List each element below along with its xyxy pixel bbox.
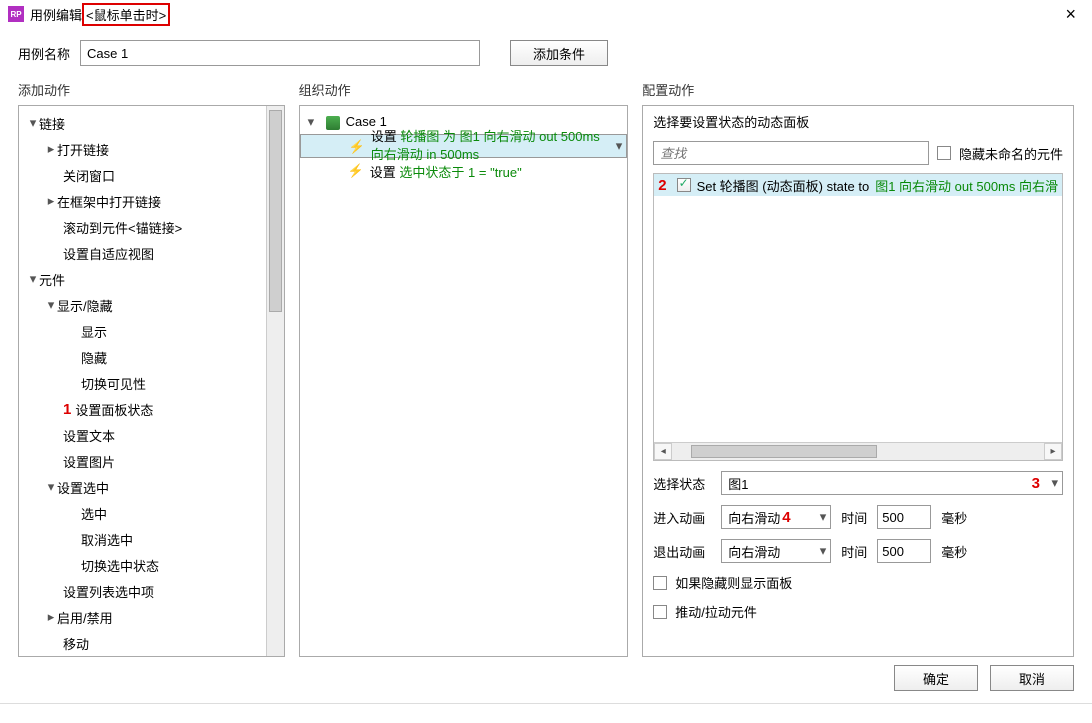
tree-select[interactable]: 选中 bbox=[81, 504, 107, 523]
tree-move[interactable]: 移动 bbox=[63, 634, 89, 653]
state-select[interactable]: 图1 3 bbox=[721, 471, 1063, 495]
show-if-hidden-checkbox[interactable] bbox=[653, 576, 667, 590]
tree-set-image[interactable]: 设置图片 bbox=[63, 452, 115, 471]
config-heading: 选择要设置状态的动态面板 bbox=[643, 106, 1073, 137]
tree-enable-disable[interactable]: 启用/禁用 bbox=[57, 608, 113, 627]
tree-toggle-select[interactable]: 切换选中状态 bbox=[81, 556, 159, 575]
tree-close-window[interactable]: 关闭窗口 bbox=[63, 166, 115, 185]
action-text: 设置 bbox=[370, 165, 400, 180]
tree-show[interactable]: 显示 bbox=[81, 322, 107, 341]
window-title-event: <鼠标单击时> bbox=[82, 3, 170, 26]
in-anim-value: 向右滑动 bbox=[728, 508, 780, 527]
column-title-add-action: 添加动作 bbox=[18, 74, 285, 105]
tree-show-hide[interactable]: 显示/隐藏 bbox=[57, 296, 113, 315]
item-text: Set 轮播图 (动态面板) state to bbox=[697, 176, 870, 195]
tree-toggle-visibility[interactable]: 切换可见性 bbox=[81, 374, 146, 393]
scroll-thumb[interactable] bbox=[691, 445, 877, 458]
show-if-hidden-label: 如果隐藏则显示面板 bbox=[675, 573, 792, 592]
tree-set-panel-state[interactable]: 设置面板状态 bbox=[75, 400, 153, 419]
add-condition-button[interactable]: 添加条件 bbox=[510, 40, 608, 66]
scroll-left-button[interactable]: ◂ bbox=[654, 443, 672, 460]
action-row-selected[interactable]: ⚡ 设置 轮播图 为 图1 向右滑动 out 500ms 向右滑动 in 500… bbox=[300, 134, 628, 158]
scroll-right-button[interactable]: ▸ bbox=[1044, 443, 1062, 460]
horizontal-scrollbar[interactable]: ◂ ▸ bbox=[654, 442, 1062, 460]
column-title-configure: 配置动作 bbox=[642, 74, 1074, 105]
action-green-text: 选中状态于 1 = "true" bbox=[399, 165, 521, 180]
ms-label: 毫秒 bbox=[941, 508, 967, 527]
tree-set-text[interactable]: 设置文本 bbox=[63, 426, 115, 445]
tree-deselect[interactable]: 取消选中 bbox=[81, 530, 133, 549]
tree-scroll-anchor[interactable]: 滚动到元件<锚链接> bbox=[63, 218, 182, 237]
panel-list[interactable]: 2 Set 轮播图 (动态面板) state to 图1 向右滑动 out 50… bbox=[653, 173, 1063, 461]
hide-unnamed-label: 隐藏未命名的元件 bbox=[959, 144, 1063, 163]
annotation-3: 3 bbox=[1032, 475, 1040, 492]
case-name-input[interactable] bbox=[80, 40, 480, 66]
tree-links[interactable]: 链接 bbox=[39, 114, 65, 133]
hide-unnamed-checkbox[interactable] bbox=[937, 146, 951, 160]
out-anim-label: 退出动画 bbox=[653, 542, 711, 561]
time-label: 时间 bbox=[841, 542, 867, 561]
action-text: 设置 bbox=[371, 129, 401, 144]
annotation-1: 1 bbox=[63, 401, 71, 418]
tree-set-list-item[interactable]: 设置列表选中项 bbox=[63, 582, 154, 601]
tree-set-selected[interactable]: 设置选中 bbox=[57, 478, 109, 497]
out-time-input[interactable] bbox=[877, 539, 931, 563]
in-time-input[interactable] bbox=[877, 505, 931, 529]
search-input[interactable] bbox=[653, 141, 929, 165]
item-green-text: 图1 向右滑动 out 500ms 向右滑 bbox=[875, 176, 1058, 195]
cancel-button[interactable]: 取消 bbox=[990, 665, 1074, 691]
push-pull-checkbox[interactable] bbox=[653, 605, 667, 619]
in-anim-label: 进入动画 bbox=[653, 508, 711, 527]
list-item[interactable]: 2 Set 轮播图 (动态面板) state to 图1 向右滑动 out 50… bbox=[654, 174, 1062, 196]
in-anim-select[interactable]: 向右滑动4 bbox=[721, 505, 831, 529]
column-title-organize: 组织动作 bbox=[299, 74, 629, 105]
push-pull-label: 推动/拉动元件 bbox=[675, 602, 757, 621]
tree-open-in-frame[interactable]: 在框架中打开链接 bbox=[57, 192, 161, 211]
tree-hide[interactable]: 隐藏 bbox=[81, 348, 107, 367]
case-icon bbox=[326, 116, 340, 130]
vertical-scrollbar[interactable] bbox=[266, 106, 284, 656]
case-name-text: Case 1 bbox=[346, 114, 387, 129]
out-anim-select[interactable]: 向右滑动 bbox=[721, 539, 831, 563]
case-name-label: 用例名称 bbox=[18, 44, 70, 63]
tree-open-link[interactable]: 打开链接 bbox=[57, 140, 109, 159]
tree-widgets[interactable]: 元件 bbox=[39, 270, 65, 289]
state-label: 选择状态 bbox=[653, 474, 711, 493]
time-label: 时间 bbox=[841, 508, 867, 527]
annotation-4: 4 bbox=[782, 509, 790, 526]
bolt-icon: ⚡ bbox=[349, 139, 365, 155]
action-green-text: 轮播图 为 图1 向右滑动 out 500ms 向右滑动 in 500ms bbox=[371, 129, 600, 162]
window-title-prefix: 用例编辑 bbox=[30, 5, 82, 24]
state-value: 图1 bbox=[728, 474, 748, 493]
tree-responsive[interactable]: 设置自适应视图 bbox=[63, 244, 154, 263]
app-icon: RP bbox=[8, 6, 24, 22]
item-checkbox[interactable] bbox=[677, 178, 691, 192]
ms-label: 毫秒 bbox=[941, 542, 967, 561]
ok-button[interactable]: 确定 bbox=[894, 665, 978, 691]
chevron-down-icon[interactable]: ▾ bbox=[308, 114, 320, 130]
bolt-icon: ⚡ bbox=[348, 163, 364, 179]
annotation-2: 2 bbox=[658, 177, 666, 194]
out-anim-value: 向右滑动 bbox=[728, 542, 780, 561]
action-tree[interactable]: 链接 打开链接 关闭窗口 在框架中打开链接 滚动到元件<锚链接> 设置自适应视图… bbox=[19, 106, 266, 656]
close-button[interactable]: × bbox=[1057, 4, 1084, 25]
